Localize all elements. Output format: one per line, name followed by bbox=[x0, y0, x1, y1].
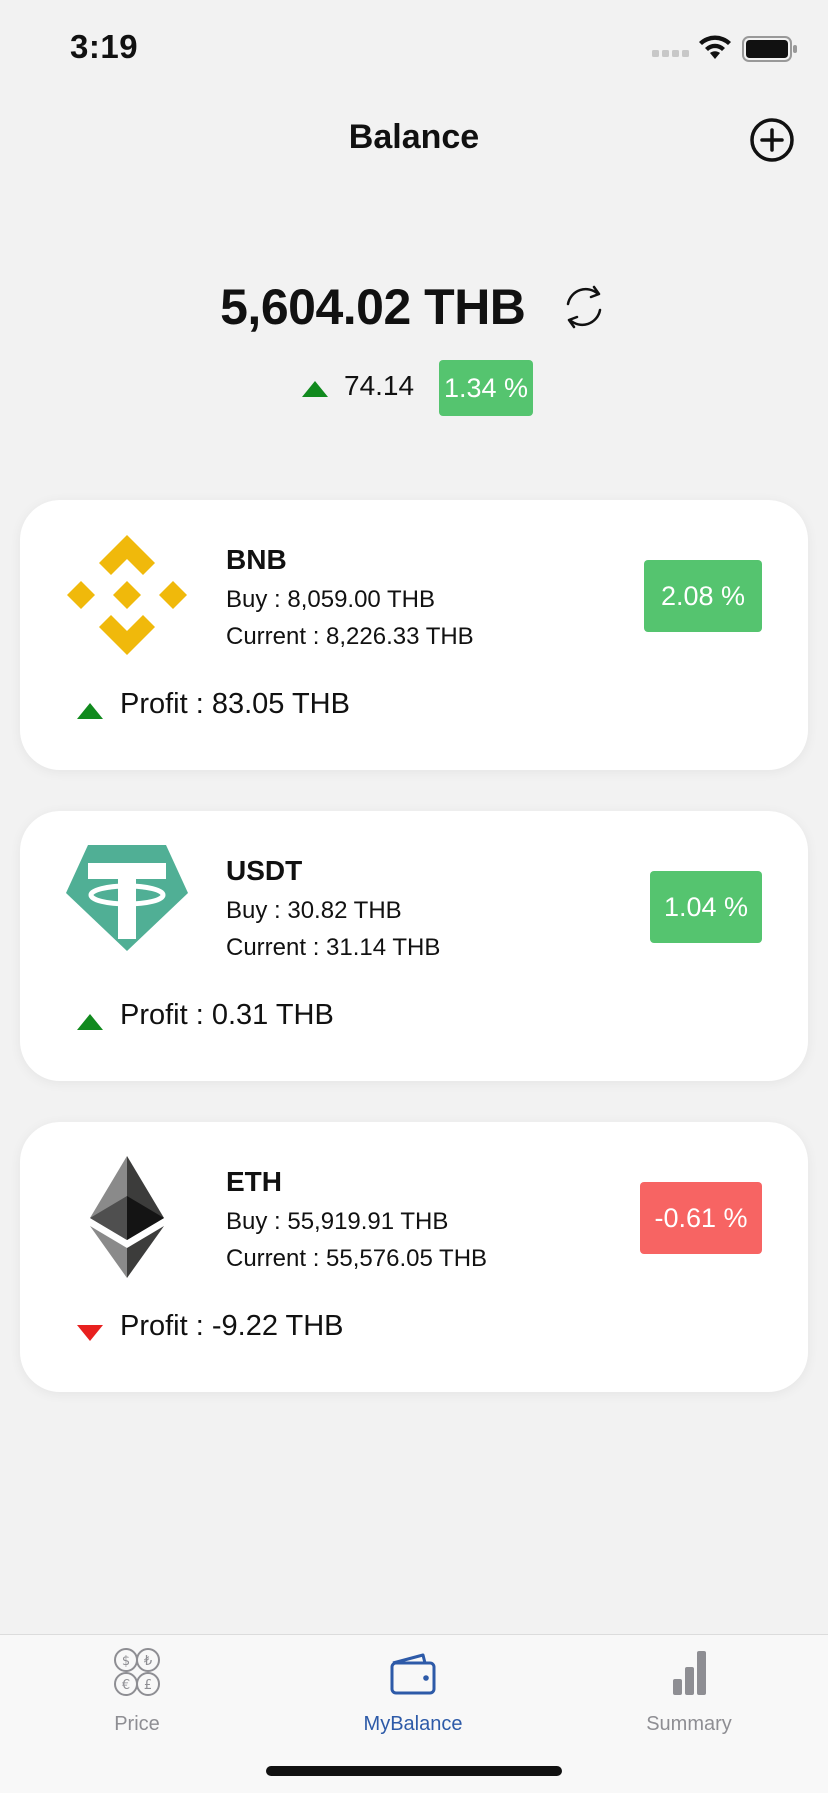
coin-profit: Profit : 0.31 THB bbox=[120, 999, 334, 1031]
coin-current-price: Current : 55,576.05 THB bbox=[226, 1245, 488, 1272]
up-arrow-icon bbox=[302, 381, 328, 397]
tab-mybalance[interactable]: MyBalance bbox=[313, 1645, 513, 1736]
coin-current-price: Current : 8,226.33 THB bbox=[226, 623, 474, 650]
svg-text:₺: ₺ bbox=[144, 1654, 152, 1669]
eth-icon bbox=[90, 1156, 164, 1278]
coin-current-price: Current : 31.14 THB bbox=[226, 934, 441, 961]
coin-buy-price: Buy : 55,919.91 THB bbox=[226, 1208, 449, 1235]
home-indicator bbox=[266, 1766, 562, 1776]
up-arrow-icon bbox=[77, 703, 103, 719]
coin-percent-badge: -0.61 % bbox=[640, 1182, 762, 1254]
total-balance: 5,604.02 THB bbox=[0, 278, 828, 336]
wallet-icon bbox=[390, 1653, 436, 1695]
coin-buy-price: Buy : 8,059.00 THB bbox=[226, 586, 436, 613]
cellular-signal-icon bbox=[652, 50, 689, 57]
total-percent-badge: 1.34 % bbox=[439, 360, 533, 416]
coin-card-usdt[interactable]: USDT Buy : 30.82 THB Current : 31.14 THB… bbox=[20, 811, 808, 1081]
coin-profit: Profit : -9.22 THB bbox=[120, 1310, 344, 1342]
add-circle-icon[interactable] bbox=[749, 117, 795, 163]
coin-name: BNB bbox=[226, 544, 287, 575]
usdt-icon bbox=[66, 845, 188, 951]
total-change-value: 74.14 bbox=[344, 370, 415, 401]
battery-icon bbox=[742, 36, 797, 62]
tab-label: MyBalance bbox=[363, 1713, 463, 1735]
coin-card-bnb[interactable]: BNB Buy : 8,059.00 THB Current : 8,226.3… bbox=[20, 500, 808, 770]
coin-name: USDT bbox=[226, 855, 303, 886]
total-amount: 5,604.02 THB bbox=[220, 279, 526, 335]
tab-summary[interactable]: Summary bbox=[589, 1645, 789, 1736]
svg-text:£: £ bbox=[144, 1678, 152, 1693]
svg-text:$: $ bbox=[122, 1654, 130, 1669]
coin-profit: Profit : 83.05 THB bbox=[120, 688, 350, 720]
svg-text:€: € bbox=[122, 1678, 130, 1693]
total-change-row: 74.14 1.34 % bbox=[0, 360, 828, 416]
status-bar: 3:19 bbox=[0, 0, 828, 100]
status-time: 3:19 bbox=[70, 28, 139, 65]
up-arrow-icon bbox=[77, 1014, 103, 1030]
coin-buy-price: Buy : 30.82 THB bbox=[226, 897, 402, 924]
tab-label: Price bbox=[114, 1713, 160, 1735]
page-title: Balance bbox=[348, 118, 480, 156]
refresh-icon[interactable] bbox=[560, 282, 608, 332]
coin-card-eth[interactable]: ETH Buy : 55,919.91 THB Current : 55,576… bbox=[20, 1122, 808, 1392]
tab-price[interactable]: $ ₺ € £ Price bbox=[37, 1645, 237, 1736]
currency-coins-icon: $ ₺ € £ bbox=[114, 1648, 160, 1696]
coin-percent-badge: 1.04 % bbox=[650, 871, 762, 943]
coin-name: ETH bbox=[226, 1166, 282, 1197]
bnb-icon bbox=[67, 535, 187, 655]
bar-chart-icon bbox=[673, 1651, 706, 1695]
tab-label: Summary bbox=[646, 1713, 732, 1735]
coin-percent-badge: 2.08 % bbox=[644, 560, 762, 632]
down-arrow-icon bbox=[77, 1325, 103, 1341]
wifi-icon bbox=[699, 35, 731, 59]
